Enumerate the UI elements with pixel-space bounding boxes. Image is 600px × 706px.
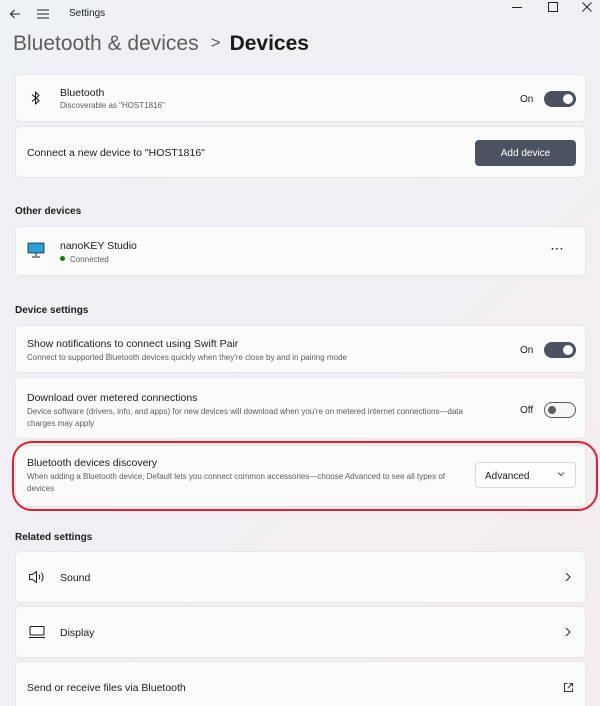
swift-pair-toggle[interactable] bbox=[544, 342, 576, 358]
related-item-label: Sound bbox=[60, 572, 91, 584]
related-item-display[interactable]: Display bbox=[15, 606, 586, 658]
metered-title: Download over metered connections bbox=[27, 392, 198, 404]
device-status-text: Connected bbox=[70, 255, 109, 264]
bluetooth-discovery-card: Bluetooth devices discovery When adding … bbox=[15, 445, 586, 507]
title-bar: Settings bbox=[0, 0, 600, 28]
other-devices-heading: Other devices bbox=[15, 206, 82, 217]
related-item-sound[interactable]: Sound bbox=[15, 551, 586, 603]
window-title: Settings bbox=[69, 8, 106, 19]
add-device-button[interactable]: Add device bbox=[475, 140, 576, 166]
chevron-down-icon bbox=[556, 469, 566, 479]
display-icon bbox=[28, 625, 46, 639]
connected-status-dot bbox=[60, 256, 65, 261]
breadcrumb-separator: > bbox=[210, 33, 221, 52]
external-link-icon bbox=[562, 681, 574, 693]
monitor-icon bbox=[27, 242, 45, 258]
metered-toggle-label: Off bbox=[520, 405, 534, 416]
more-options-button[interactable]: ··· bbox=[551, 243, 565, 255]
bluetooth-icon bbox=[28, 89, 44, 107]
swift-pair-toggle-label: On bbox=[520, 345, 534, 356]
metered-toggle[interactable] bbox=[544, 402, 576, 418]
swift-pair-title: Show notifications to connect using Swif… bbox=[27, 338, 239, 350]
page-title: Devices bbox=[229, 32, 309, 55]
bluetooth-card: Bluetooth Discoverable as "HOST1816" On bbox=[15, 74, 586, 122]
device-item-nanokey[interactable]: nanoKEY Studio Connected ··· bbox=[15, 226, 586, 276]
related-item-label: Send or receive files via Bluetooth bbox=[27, 682, 186, 694]
bluetooth-toggle-label: On bbox=[520, 94, 534, 105]
discovery-title: Bluetooth devices discovery bbox=[27, 457, 158, 469]
related-settings-heading: Related settings bbox=[15, 532, 93, 543]
metered-connections-card: Download over metered connections Device… bbox=[15, 377, 586, 439]
discovery-dropdown[interactable]: Advanced bbox=[475, 462, 576, 488]
close-icon[interactable] bbox=[572, 0, 600, 14]
device-name: nanoKEY Studio bbox=[60, 240, 137, 252]
connect-device-card: Connect a new device to "HOST1816" Add d… bbox=[15, 126, 586, 178]
device-settings-heading: Device settings bbox=[15, 305, 89, 316]
related-item-bluetooth-files[interactable]: Send or receive files via Bluetooth bbox=[15, 661, 586, 706]
connect-device-text: Connect a new device to "HOST1816" bbox=[27, 147, 205, 159]
device-status: Connected bbox=[60, 254, 109, 266]
metered-description: Device software (drivers, info, and apps… bbox=[27, 407, 463, 428]
bluetooth-subtitle: Discoverable as "HOST1816" bbox=[60, 101, 165, 110]
minimize-icon[interactable] bbox=[502, 0, 532, 14]
discovery-dropdown-value: Advanced bbox=[485, 471, 530, 482]
swift-pair-card: Show notifications to connect using Swif… bbox=[15, 325, 586, 373]
maximize-icon[interactable] bbox=[538, 0, 568, 14]
swift-pair-description: Connect to supported Bluetooth devices q… bbox=[27, 353, 347, 362]
bluetooth-toggle[interactable] bbox=[544, 91, 576, 107]
bluetooth-title: Bluetooth bbox=[60, 87, 105, 99]
back-arrow-icon[interactable] bbox=[4, 3, 26, 25]
chevron-right-icon bbox=[563, 626, 573, 638]
discovery-description: When adding a Bluetooth device, Default … bbox=[27, 472, 446, 493]
breadcrumb-parent-link[interactable]: Bluetooth & devices bbox=[13, 32, 199, 55]
breadcrumb: Bluetooth & devices > Devices bbox=[13, 30, 309, 59]
speaker-icon bbox=[28, 570, 46, 584]
hamburger-menu-icon[interactable] bbox=[32, 3, 54, 25]
related-item-label: Display bbox=[60, 627, 95, 639]
chevron-right-icon bbox=[563, 571, 573, 583]
